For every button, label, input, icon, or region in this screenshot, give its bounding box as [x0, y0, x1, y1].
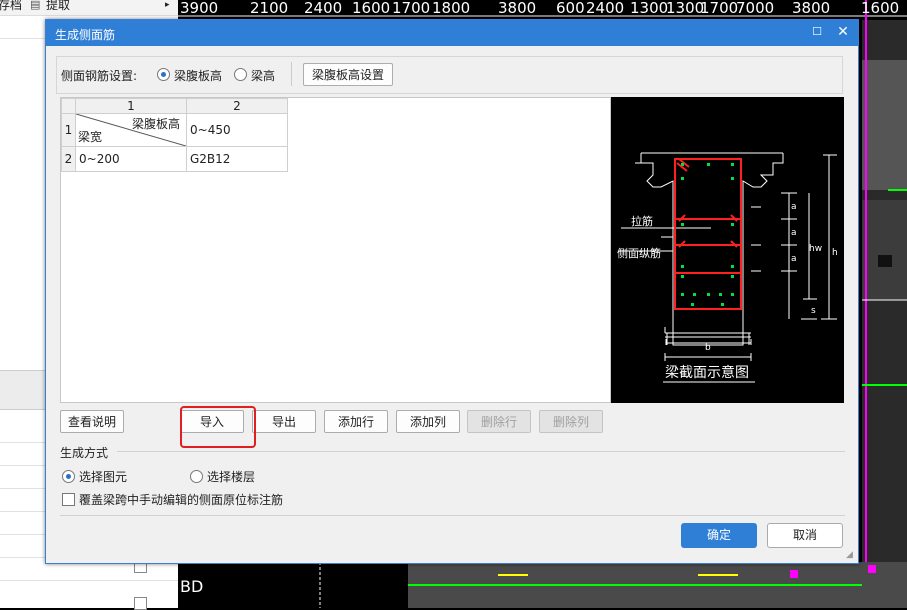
dim-s-label: s [811, 306, 816, 316]
resize-grip-icon[interactable]: ◢ [846, 550, 856, 560]
dialog-titlebar[interactable]: 生成侧面筋 ☐ ✕ [46, 20, 858, 46]
dimension-label: 1300 [630, 0, 669, 17]
toolbar-item-extract[interactable]: 提取 [46, 0, 70, 12]
dimension-label: 2400 [304, 0, 343, 17]
dimension-labels: 3900 2100 2400 1600 1700 1800 3800 600 2… [178, 0, 907, 18]
row-header[interactable]: 1 [61, 113, 76, 147]
override-checkbox-label[interactable]: 覆盖梁跨中手动编辑的侧面原位标注筋 [79, 491, 283, 508]
cancel-button[interactable]: 取消 [767, 523, 843, 548]
add-column-button[interactable]: 添加列 [396, 410, 460, 433]
dimension-label: 1700 [392, 0, 431, 17]
dimension-label: 7000 [736, 0, 775, 17]
column-header[interactable]: 2 [186, 98, 288, 114]
dimension-label: 1300 [666, 0, 705, 17]
close-icon[interactable]: ✕ [836, 24, 850, 40]
dialog-title: 生成侧面筋 [55, 28, 116, 42]
radio-beam-height[interactable] [234, 68, 247, 81]
radio-select-floor[interactable] [190, 470, 203, 483]
dimension-label: 3800 [498, 0, 537, 17]
corner-bottom-label: 梁宽 [78, 130, 103, 144]
dimension-label: 1700 [700, 0, 739, 17]
toolbar-item-save[interactable]: 存档 [0, 0, 22, 12]
radio-select-element[interactable] [62, 470, 75, 483]
dim-b-label: b [705, 343, 711, 353]
separator [117, 451, 845, 452]
radio-web-height-label[interactable]: 梁腹板高 [174, 67, 222, 84]
tie-label: 拉筋 [631, 214, 653, 228]
generate-side-rebar-dialog: 生成侧面筋 ☐ ✕ 侧面钢筋设置: 梁腹板高 梁高 梁腹板高设置 1 2 1 梁… [45, 19, 859, 564]
radio-select-floor-label[interactable]: 选择楼层 [207, 468, 255, 485]
radio-select-element-label[interactable]: 选择图元 [79, 468, 127, 485]
generation-mode-label: 生成方式 [60, 446, 109, 460]
dimension-label: 3800 [792, 0, 831, 17]
table-cell[interactable]: 0~200 [75, 146, 187, 172]
dimension-label: 2400 [586, 0, 625, 17]
table-corner [61, 98, 76, 114]
beam-section-diagram: 拉筋 侧面纵筋 a a a hw h s b 梁截面示意图 [611, 97, 844, 403]
radio-web-height[interactable] [157, 68, 170, 81]
corner-top-label: 梁腹板高 [131, 117, 180, 131]
export-button[interactable]: 导出 [252, 410, 316, 433]
add-row-button[interactable]: 添加行 [324, 410, 388, 433]
override-checkbox[interactable] [62, 493, 75, 506]
diagonal-header-cell[interactable]: 梁腹板高 梁宽 [75, 113, 187, 147]
import-highlight-box [180, 406, 256, 448]
dim-a-label: a [791, 202, 797, 212]
extract-icon: ▤ [30, 0, 41, 11]
column-header[interactable]: 1 [75, 98, 187, 114]
cad-label: BD [180, 577, 204, 596]
left-toolbar: 存档 ▤ 提取 ▸ [0, 0, 178, 16]
dimension-label: 3900 [180, 0, 219, 17]
table-cell[interactable]: G2B12 [186, 146, 288, 172]
list-checkbox[interactable] [134, 597, 147, 610]
view-notes-button[interactable]: 查看说明 [60, 410, 124, 433]
delete-column-button[interactable]: 删除列 [539, 410, 603, 433]
dimension-label: 1600 [861, 0, 900, 17]
rebar-table-area[interactable]: 1 2 1 梁腹板高 梁宽 0~450 2 0~200 G2B12 [60, 97, 611, 403]
side-rebar-setting-group: 侧面钢筋设置: 梁腹板高 梁高 梁腹板高设置 [56, 56, 843, 94]
web-height-settings-button[interactable]: 梁腹板高设置 [303, 63, 393, 86]
separator [291, 62, 292, 86]
diagram-title: 梁截面示意图 [665, 364, 749, 381]
dim-h-label: h [832, 248, 838, 258]
dimension-label: 1600 [352, 0, 391, 17]
dim-hw-label: hw [809, 244, 822, 254]
side-bar-label: 侧面纵筋 [617, 246, 661, 260]
separator [60, 515, 845, 516]
dimension-label: 1800 [432, 0, 471, 17]
radio-beam-height-label[interactable]: 梁高 [251, 67, 275, 84]
expand-icon[interactable]: ▸ [165, 0, 170, 12]
dimension-label: 2100 [250, 0, 289, 17]
delete-row-button[interactable]: 删除行 [467, 410, 531, 433]
dimension-label: 600 [556, 0, 585, 17]
dim-a-label: a [791, 228, 797, 238]
maximize-icon[interactable]: ☐ [810, 25, 824, 39]
side-rebar-setting-label: 侧面钢筋设置: [61, 69, 138, 83]
rebar-table: 1 2 1 梁腹板高 梁宽 0~450 2 0~200 G2B12 [61, 98, 288, 172]
beam-section-drawing: 拉筋 侧面纵筋 a a a hw h s b 梁截面示意图 [617, 152, 838, 383]
ok-button[interactable]: 确定 [681, 523, 757, 548]
dim-a-label: a [791, 254, 797, 264]
table-cell[interactable]: 0~450 [186, 113, 288, 147]
row-header[interactable]: 2 [61, 146, 76, 172]
